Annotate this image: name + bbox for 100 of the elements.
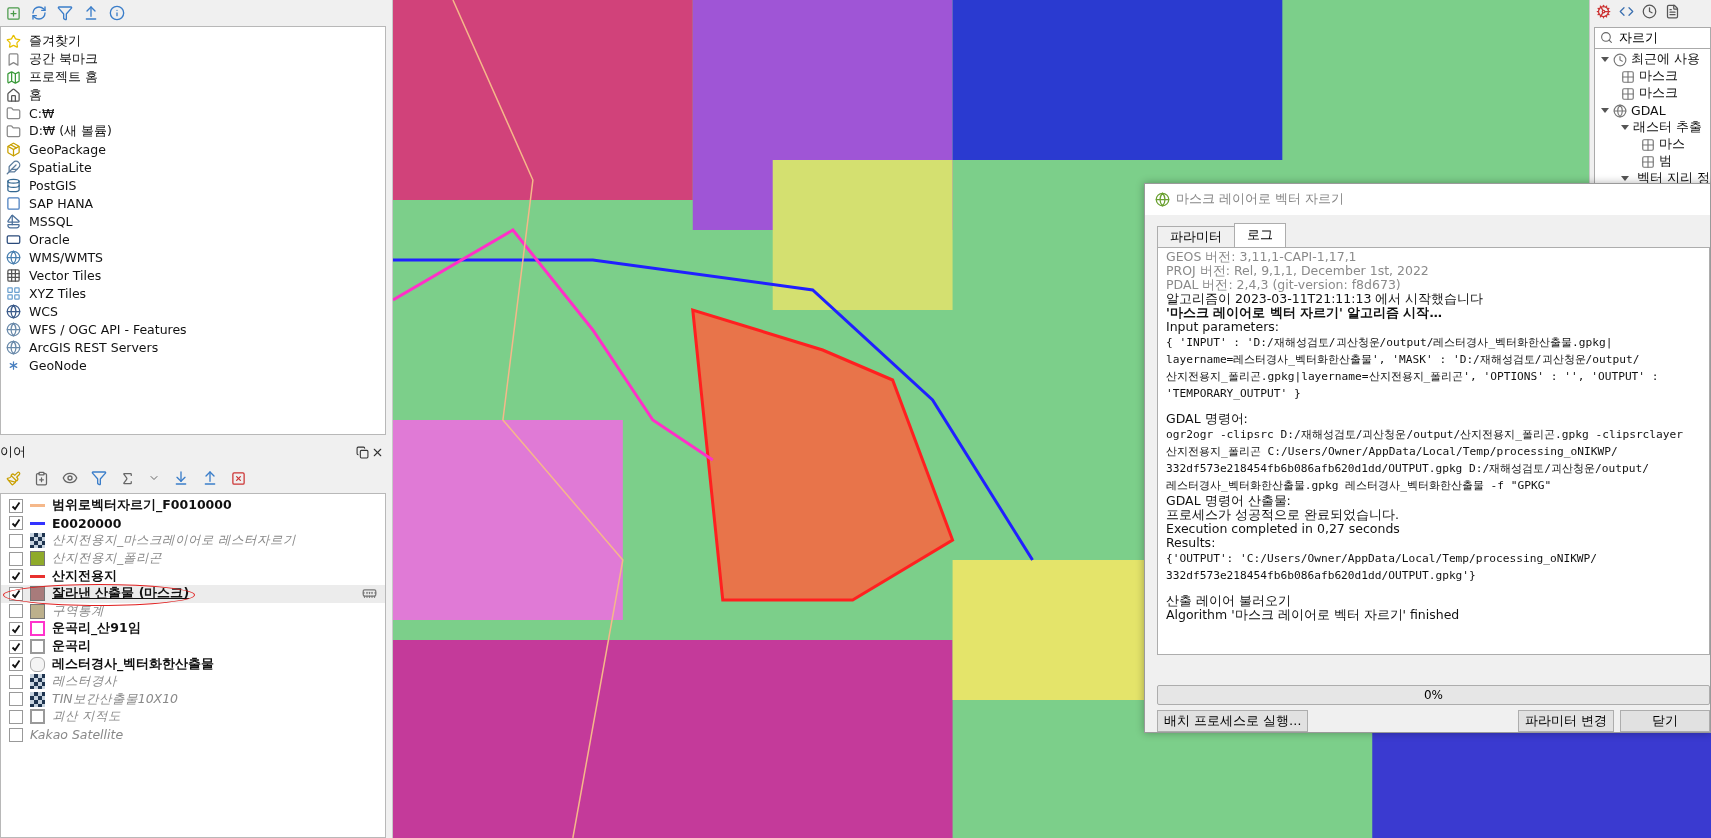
layer-name[interactable]: E0020000 <box>52 515 122 531</box>
layer-name[interactable]: 산지전용지 <box>52 567 117 585</box>
layer-name[interactable]: 운곡리 <box>52 638 91 656</box>
layer-checkbox[interactable] <box>9 639 23 654</box>
browser-item[interactable]: C:₩ <box>29 105 55 121</box>
layer-checkbox[interactable] <box>9 709 23 724</box>
layer-checkbox[interactable] <box>9 604 23 619</box>
layer-checkbox[interactable] <box>9 551 23 566</box>
tab[interactable]: 파라미터 <box>1157 226 1235 248</box>
globe-icon <box>6 321 21 337</box>
layer-name[interactable]: 괴산 지적도 <box>52 708 121 726</box>
browser-item[interactable]: WMS/WMTS <box>29 249 103 265</box>
layer-name[interactable]: 잘라낸 산출물 (마스크) <box>52 585 190 603</box>
grid-icon <box>1621 86 1635 101</box>
browser-item[interactable]: 즐겨찾기 <box>29 32 81 50</box>
dialog-button[interactable]: 배치 프로세스로 실행… <box>1157 710 1309 732</box>
layer-name[interactable]: 범위로벡터자르기_F0010000 <box>52 497 232 515</box>
layer-checkbox[interactable] <box>9 516 23 531</box>
tree-item[interactable]: 마스크 <box>1639 68 1678 85</box>
browser-item[interactable]: PostGIS <box>29 177 77 193</box>
layer-checkbox[interactable] <box>9 586 23 601</box>
expand-arrow-icon[interactable] <box>1621 125 1629 130</box>
filter-icon[interactable] <box>57 5 73 21</box>
tree-item[interactable]: 마스 <box>1659 136 1685 153</box>
square-icon <box>6 195 21 211</box>
browser-item[interactable]: WCS <box>29 303 59 319</box>
expand-all-icon[interactable] <box>173 470 189 486</box>
selected-layer-row[interactable]: 잘라낸 산출물 (마스크) <box>1 584 385 603</box>
browser-item[interactable]: GeoNode <box>29 357 87 373</box>
tree-item[interactable]: GDAL <box>1631 103 1666 118</box>
tree-item[interactable]: 마스크 <box>1639 85 1678 102</box>
collapse-all-icon[interactable] <box>202 470 218 486</box>
layer-name[interactable]: 산지전용지_마스크레이어로 레스터자르기 <box>52 532 297 550</box>
browser-item[interactable]: SAP HANA <box>29 195 94 211</box>
layer-name[interactable]: 레스터경사 <box>52 673 117 691</box>
browser-item[interactable]: 홈 <box>29 86 42 104</box>
layer-checkbox[interactable] <box>9 674 23 689</box>
brush-icon[interactable] <box>6 470 21 486</box>
browser-item[interactable]: Oracle <box>29 231 70 247</box>
tree-item[interactable]: 래스터 추출 <box>1633 119 1702 136</box>
search-icon <box>1600 31 1613 44</box>
log-line: '마스크 레이어로 벡터 자르기' 알고리즘 시작… <box>1166 306 1443 321</box>
layer-checkbox[interactable] <box>9 727 23 742</box>
info-icon[interactable] <box>109 5 125 21</box>
layer-name[interactable]: 산지전용지_폴리곤 <box>52 550 163 568</box>
layer-checkbox[interactable] <box>9 657 23 672</box>
dialog-button[interactable]: 닫기 <box>1620 710 1710 732</box>
layer-name[interactable]: TIN보간산출물10X10 <box>52 690 179 708</box>
log-line: 알고리즘이 2023-03-11T21:11:13 에서 시작했습니다 <box>1166 292 1485 307</box>
browser-item[interactable]: D:₩ (새 볼륨) <box>29 122 112 140</box>
log-line: GDAL 명령어: <box>1166 412 1249 427</box>
browser-item[interactable]: 프로젝트 홈 <box>29 68 98 86</box>
browser-item[interactable]: GeoPackage <box>29 141 106 157</box>
clipboard-icon[interactable] <box>34 470 49 486</box>
tab[interactable]: 로그 <box>1234 223 1286 248</box>
fill-symbol-icon <box>30 586 45 602</box>
code-icon[interactable] <box>1619 4 1634 19</box>
grid-icon <box>1621 69 1635 84</box>
refresh-icon[interactable] <box>31 5 47 21</box>
tree-item[interactable]: 최근에 사용 <box>1631 51 1700 68</box>
gear-icon[interactable] <box>1596 4 1611 19</box>
sigma-icon[interactable] <box>120 470 135 486</box>
globe-icon <box>6 249 21 265</box>
log-line: {'OUTPUT': 'C:/Users/Owner/AppData/Local/Temp/processing_oNIKWP/ <box>1166 551 1599 568</box>
sailboat-icon <box>6 213 21 229</box>
expand-arrow-icon[interactable] <box>1601 108 1609 113</box>
layer-name[interactable]: 구역통계 <box>52 602 104 620</box>
raster-icon <box>30 691 45 707</box>
remove-icon[interactable] <box>231 470 246 486</box>
layer-checkbox[interactable] <box>9 621 23 636</box>
browser-item[interactable]: Vector Tiles <box>29 267 102 283</box>
layer-name[interactable]: 운곡리_산91임 <box>52 620 141 638</box>
log-line: Input parameters: <box>1166 320 1280 335</box>
float-icon[interactable] <box>356 445 369 459</box>
dialog-button[interactable]: 파라미터 변경 <box>1518 710 1614 732</box>
add-icon[interactable] <box>6 5 21 21</box>
tree-item[interactable]: 범 <box>1659 153 1672 170</box>
log-line: 프로세스가 성공적으로 완료되었습니다. <box>1166 508 1400 523</box>
browser-item[interactable]: SpatiaLite <box>29 159 92 175</box>
clock-icon[interactable] <box>1642 4 1657 19</box>
log-line: Algorithm '마스크 레이어로 벡터 자르기' finished <box>1166 608 1461 623</box>
layer-checkbox[interactable] <box>9 534 23 548</box>
fill-symbol-icon <box>30 551 45 567</box>
browser-item[interactable]: ArcGIS REST Servers <box>29 339 159 355</box>
browser-item[interactable]: WFS / OGC API - Features <box>29 321 187 337</box>
layer-checkbox[interactable] <box>9 498 23 513</box>
layer-name[interactable]: Kakao Satellite <box>30 727 124 742</box>
expand-arrow-icon[interactable] <box>1601 57 1609 62</box>
eye-icon[interactable] <box>62 470 78 486</box>
search-field[interactable]: 자르기 <box>1594 27 1711 49</box>
browser-item[interactable]: 공간 북마크 <box>29 50 98 68</box>
layer-checkbox[interactable] <box>9 692 23 707</box>
browser-item[interactable]: MSSQL <box>29 213 73 229</box>
browser-item[interactable]: XYZ Tiles <box>29 285 87 301</box>
filter-icon[interactable] <box>91 470 107 486</box>
layer-name[interactable]: 레스터경사_벡터화한산출물 <box>52 655 215 673</box>
log-line: 332df573e218454fb6b086afb620d1dd/OUTPUT.gpkg'} <box>1166 568 1477 585</box>
layer-checkbox[interactable] <box>9 569 23 584</box>
document-icon[interactable] <box>1665 4 1680 19</box>
collapse-icon[interactable] <box>83 5 99 21</box>
